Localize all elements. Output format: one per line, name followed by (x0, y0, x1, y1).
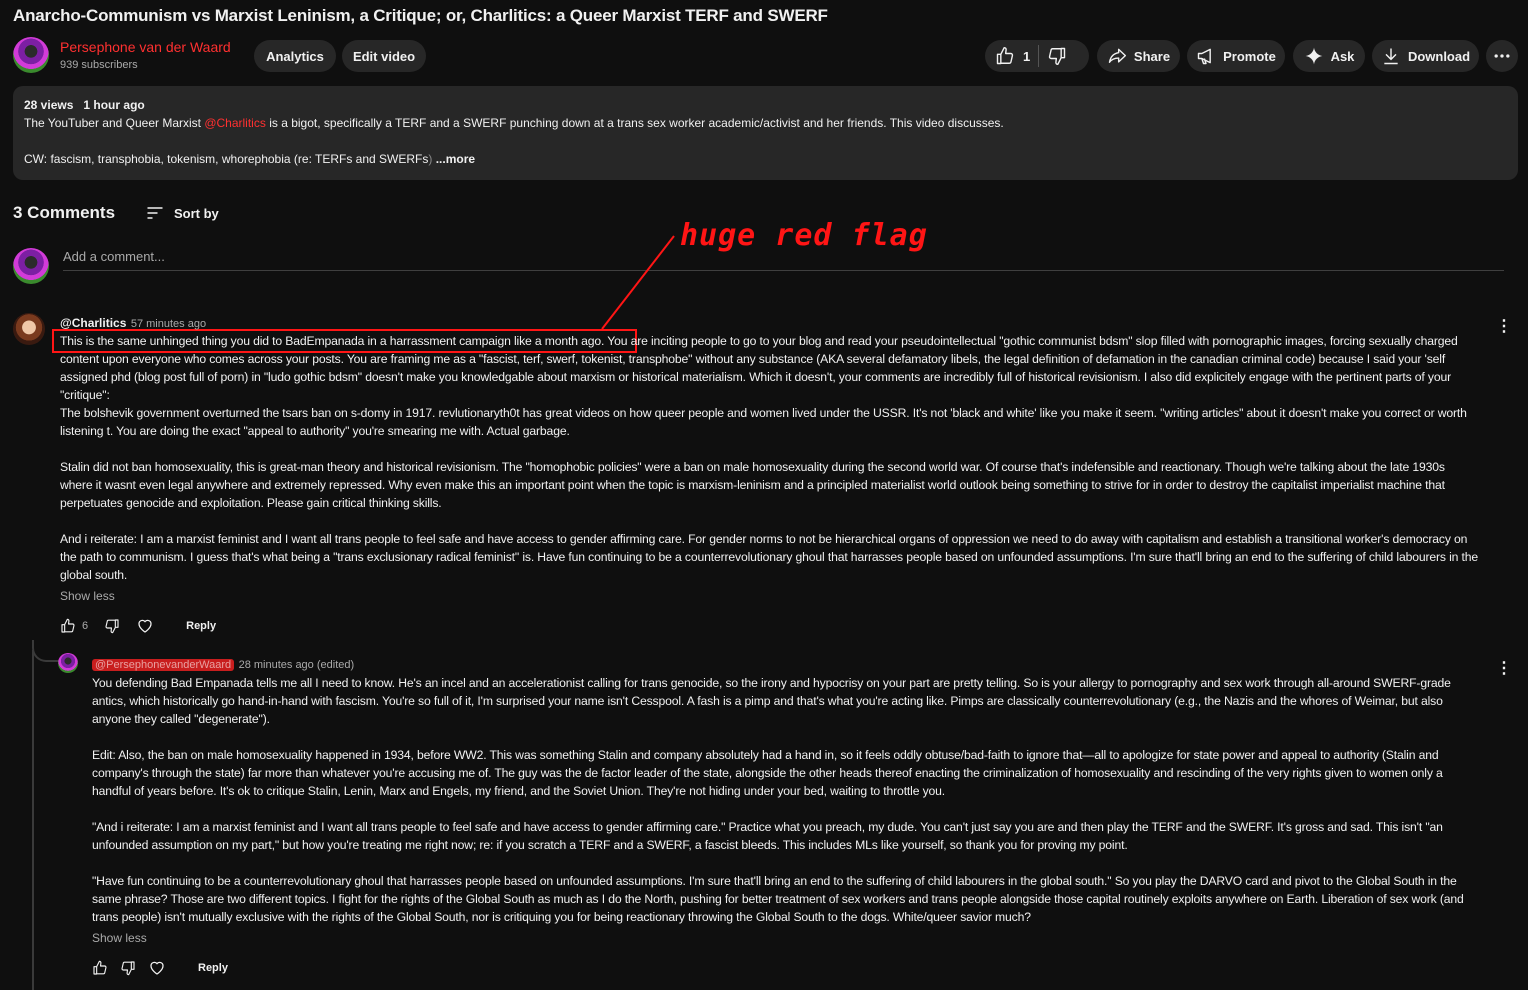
analytics-label: Analytics (266, 48, 324, 64)
reply-time: 28 minutes ago (edited) (238, 659, 355, 671)
show-less-button[interactable]: Show less (60, 589, 115, 603)
description-line-1: The YouTuber and Queer Marxist @Charliti… (24, 116, 1004, 130)
like-dislike-group: 1 (985, 40, 1089, 72)
edit-video-button[interactable]: Edit video (342, 40, 426, 72)
view-count: 28 views (24, 98, 74, 112)
dislike-button[interactable] (1047, 46, 1067, 66)
comment-time: 57 minutes ago (130, 318, 207, 330)
edit-video-label: Edit video (352, 48, 416, 64)
channel-name[interactable]: Persephone van der Waard (60, 39, 231, 55)
like-reply-icon[interactable] (92, 960, 108, 976)
analytics-button[interactable]: Analytics (254, 40, 336, 72)
mention-link[interactable]: @Charlitics (204, 116, 266, 130)
heart-reply-icon[interactable] (148, 959, 166, 977)
comment-author[interactable]: @Charlitics (60, 316, 126, 330)
thread-line (32, 650, 34, 990)
reply-body: You defending Bad Empanada tells me all … (92, 676, 1464, 924)
reply-menu-button[interactable]: ⋮ (1496, 661, 1512, 677)
annotation-label: huge red flag (680, 218, 928, 253)
upload-age: 1 hour ago (83, 98, 145, 112)
reply-avatar[interactable] (58, 653, 78, 673)
comment-like-count: 6 (82, 620, 89, 632)
more-link[interactable]: ...more (432, 152, 475, 166)
reply-header: @PersephonevanderWaard 28 minutes ago (e… (92, 655, 354, 673)
heart-icon[interactable] (136, 617, 154, 635)
thumbs-up-icon (996, 46, 1014, 65)
reply-show-less-button[interactable]: Show less (92, 931, 147, 945)
highlighted-sentence: This is the same unhinged thing you did … (60, 334, 605, 348)
ask-label: Ask (1330, 48, 1355, 64)
like-count: 1 (1023, 48, 1031, 64)
subscriber-count: 939 subscribers (60, 59, 138, 71)
add-comment-underline (63, 270, 1504, 271)
comment-menu-button[interactable]: ⋮ (1496, 319, 1512, 335)
download-label: Download (1407, 48, 1471, 64)
dislike-reply-icon[interactable] (120, 960, 136, 976)
comment-header: @Charlitics 57 minutes ago (60, 314, 206, 332)
dislike-comment-icon[interactable] (104, 618, 120, 634)
sparkle-icon (1305, 47, 1322, 65)
reply-reply-button[interactable]: Reply (198, 962, 228, 974)
more-horizontal-icon (1494, 54, 1510, 58)
promote-button[interactable]: Promote (1187, 40, 1285, 72)
megaphone-icon (1197, 48, 1211, 65)
share-icon (1108, 48, 1126, 63)
add-comment-input[interactable]: Add a comment... (63, 249, 165, 264)
comment-actions: 6 Reply (60, 617, 216, 635)
share-button[interactable]: Share (1097, 40, 1180, 72)
like-comment-icon[interactable] (60, 618, 76, 634)
download-button[interactable]: Download (1372, 40, 1479, 72)
like-divider (1038, 45, 1040, 67)
sort-by-label: Sort by (174, 205, 219, 221)
user-avatar (13, 248, 49, 284)
comment-body: This is the same unhinged thing you did … (60, 334, 1479, 582)
share-label: Share (1133, 48, 1171, 64)
thumbs-down-icon (1049, 47, 1066, 66)
thread-connector (32, 640, 60, 662)
more-actions-button[interactable] (1486, 40, 1518, 72)
video-title: Anarcho-Communism vs Marxist Leninism, a… (13, 6, 828, 25)
sort-by-button[interactable]: Sort by (145, 203, 219, 223)
promote-label: Promote (1223, 48, 1276, 64)
sort-icon (147, 207, 163, 219)
description-line-2: CW: fascism, transphobia, tokenism, whor… (24, 152, 476, 166)
reply-button[interactable]: Reply (186, 620, 216, 632)
ask-button[interactable]: Ask (1293, 40, 1365, 72)
download-icon (1384, 48, 1398, 65)
annotation-arrow (601, 235, 675, 330)
channel-avatar[interactable] (13, 37, 49, 73)
reply-actions: Reply (92, 959, 228, 977)
video-stats: 28 views 1 hour ago (24, 98, 145, 112)
like-button[interactable]: 1 (995, 46, 1030, 66)
commenter-avatar[interactable] (13, 313, 45, 345)
reply-author[interactable]: @PersephonevanderWaard (92, 659, 235, 671)
comment-count: 3 Comments (13, 203, 116, 222)
